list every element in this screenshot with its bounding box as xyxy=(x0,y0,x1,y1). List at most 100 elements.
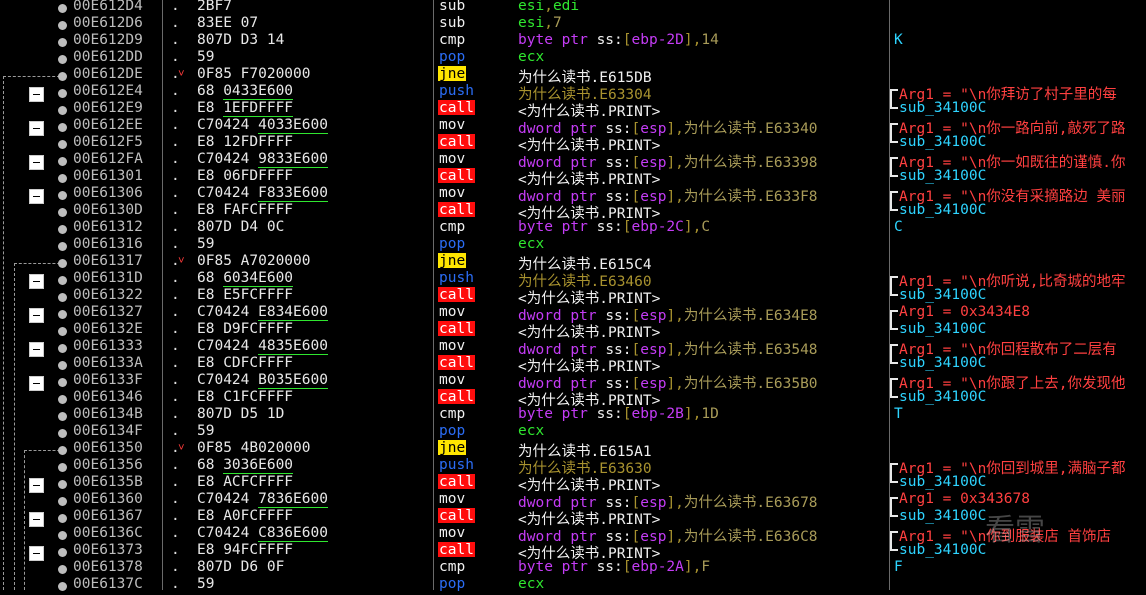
collapse-box-icon[interactable] xyxy=(29,274,44,289)
disasm-row[interactable]: jne 为什么读书.E615A1 xyxy=(434,440,889,460)
row-dot-icon[interactable] xyxy=(58,310,67,319)
operand-token: [ xyxy=(622,219,632,235)
row-dot-icon[interactable] xyxy=(58,565,67,574)
disasm-row[interactable]: cmp byte ptr ss:[ebp-2D],14 xyxy=(434,32,889,51)
row-dot-icon[interactable] xyxy=(58,21,67,30)
row-dot-icon[interactable] xyxy=(58,514,67,523)
row-dot-icon[interactable] xyxy=(58,157,67,166)
address-text: 00E6133F xyxy=(73,372,143,388)
collapse-box-icon[interactable] xyxy=(29,87,44,102)
collapse-box-icon[interactable] xyxy=(29,155,44,170)
row-dot-icon[interactable] xyxy=(58,123,67,132)
collapse-box-icon[interactable] xyxy=(29,512,44,527)
row-dot-icon[interactable] xyxy=(58,446,67,455)
disasm-row[interactable]: mov dword ptr ss:[esp],为什么读书.E63398 xyxy=(434,151,889,171)
disasm-row[interactable]: mov dword ptr ss:[esp],为什么读书.E636C8 xyxy=(434,525,889,545)
address-text: 00E61322 xyxy=(73,287,143,303)
bytes-prefix: E8 06FDFFFF xyxy=(197,168,294,184)
collapse-box-icon[interactable] xyxy=(29,478,44,493)
bytes-prefix: 83EE 07 xyxy=(197,15,259,31)
flow-line xyxy=(24,450,25,590)
disasm-row[interactable]: jne 为什么读书.E615DB xyxy=(434,66,889,86)
disasm-row[interactable]: push 为什么读书.E63304 xyxy=(434,83,889,103)
disasm-row[interactable]: cmp byte ptr ss:[ebp-2C],C xyxy=(434,219,889,238)
mnemonic: mov xyxy=(439,304,466,320)
row-dot-icon[interactable] xyxy=(58,55,67,64)
row-dot-icon[interactable] xyxy=(58,361,67,370)
collapse-box-icon[interactable] xyxy=(29,376,44,391)
disasm-row[interactable]: sub esi,edi xyxy=(434,0,889,17)
row-dot-icon[interactable] xyxy=(58,4,67,13)
row-dot-icon[interactable] xyxy=(58,548,67,557)
disasm-row[interactable]: pop ecx xyxy=(434,49,889,68)
bytes-prefix: 68 xyxy=(197,83,224,99)
bytes-operand: 3036E600 xyxy=(223,457,294,474)
bytes-text: 807D D3 14 xyxy=(197,32,284,48)
collapse-box-icon[interactable] xyxy=(29,342,44,357)
disasm-row[interactable]: mov dword ptr ss:[esp],为什么读书.E633F8 xyxy=(434,185,889,205)
comment-text: sub_34100C xyxy=(899,321,987,337)
disasm-row[interactable]: jne 为什么读书.E615C4 xyxy=(434,253,889,273)
row-dot-icon[interactable] xyxy=(58,497,67,506)
row-dot-icon[interactable] xyxy=(58,531,67,540)
row-dot-icon[interactable] xyxy=(58,293,67,302)
disasm-row[interactable]: push 为什么读书.E63460 xyxy=(434,270,889,290)
row-dot-icon[interactable] xyxy=(58,72,67,81)
address-text: 00E6132E xyxy=(73,321,143,337)
row-dot-icon[interactable] xyxy=(58,327,67,336)
row-dot-icon[interactable] xyxy=(58,208,67,217)
row-dot-icon[interactable] xyxy=(58,480,67,489)
row-dot-icon[interactable] xyxy=(58,463,67,472)
operand-token: esi xyxy=(518,15,545,31)
row-dot-icon[interactable] xyxy=(58,174,67,183)
row-dot-icon[interactable] xyxy=(58,38,67,47)
disasm-row[interactable]: mov dword ptr ss:[esp],为什么读书.E63678 xyxy=(434,491,889,511)
disasm-row[interactable]: mov dword ptr ss:[esp],为什么读书.E63340 xyxy=(434,117,889,137)
row-dot-icon[interactable] xyxy=(58,140,67,149)
row-dot-icon[interactable] xyxy=(58,395,67,404)
operand-token: 为什么读书.E634E8 xyxy=(683,308,818,324)
operands: byte ptr ss:[ebp-2C],C xyxy=(518,219,710,235)
row-marker: . xyxy=(171,525,180,541)
collapse-box-icon[interactable] xyxy=(29,308,44,323)
row-dot-icon[interactable] xyxy=(58,412,67,421)
mnemonic: call xyxy=(438,508,475,524)
comment-row: sub_34100C xyxy=(890,200,1146,221)
breakpoint-gutter[interactable] xyxy=(0,0,67,590)
disasm-row[interactable]: push 为什么读书.E63630 xyxy=(434,457,889,477)
row-marker: . xyxy=(171,32,180,48)
comment-text: sub_34100C xyxy=(899,134,987,150)
disasm-row[interactable]: cmp byte ptr ss:[ebp-2B],1D xyxy=(434,406,889,425)
bytes-prefix: E8 A0FCFFFF xyxy=(197,508,294,524)
row-dot-icon[interactable] xyxy=(58,378,67,387)
bytes-text: E8 E5FCFFFF xyxy=(197,287,293,303)
row-dot-icon[interactable] xyxy=(58,191,67,200)
disasm-row[interactable]: cmp byte ptr ss:[ebp-2A],F xyxy=(434,559,889,578)
operand-token: 为什么读书.E636C8 xyxy=(683,529,818,545)
row-dot-icon[interactable] xyxy=(58,225,67,234)
address-text: 00E6131D xyxy=(73,270,143,286)
row-dot-icon[interactable] xyxy=(58,259,67,268)
disassembly-column: sub esi,edi sub esi,7 cmp byte ptr ss:[ebp-2D… xyxy=(434,0,890,592)
disasm-row[interactable]: pop ecx xyxy=(434,236,889,255)
bytes-prefix: E8 94FCFFFF xyxy=(197,542,294,558)
row-marker: . xyxy=(171,151,180,167)
row-dot-icon[interactable] xyxy=(58,344,67,353)
disasm-row[interactable]: pop ecx xyxy=(434,423,889,442)
bytes-text: 807D D6 0F xyxy=(197,559,284,575)
row-dot-icon[interactable] xyxy=(58,106,67,115)
collapse-box-icon[interactable] xyxy=(29,121,44,136)
row-dot-icon[interactable] xyxy=(58,429,67,438)
row-dot-icon[interactable] xyxy=(58,89,67,98)
mnemonic: call xyxy=(438,355,475,371)
operand-token: 7 xyxy=(552,15,562,31)
disasm-row[interactable]: mov dword ptr ss:[esp],为什么读书.E635B0 xyxy=(434,372,889,392)
address-row[interactable]: 00E6137C xyxy=(58,576,162,595)
disasm-row[interactable]: mov dword ptr ss:[esp],为什么读书.E63548 xyxy=(434,338,889,358)
disasm-row[interactable]: pop ecx xyxy=(434,576,889,595)
collapse-box-icon[interactable] xyxy=(29,546,44,561)
collapse-box-icon[interactable] xyxy=(29,189,44,204)
row-dot-icon[interactable] xyxy=(58,276,67,285)
row-dot-icon[interactable] xyxy=(58,242,67,251)
disasm-row[interactable]: mov dword ptr ss:[esp],为什么读书.E634E8 xyxy=(434,304,889,324)
